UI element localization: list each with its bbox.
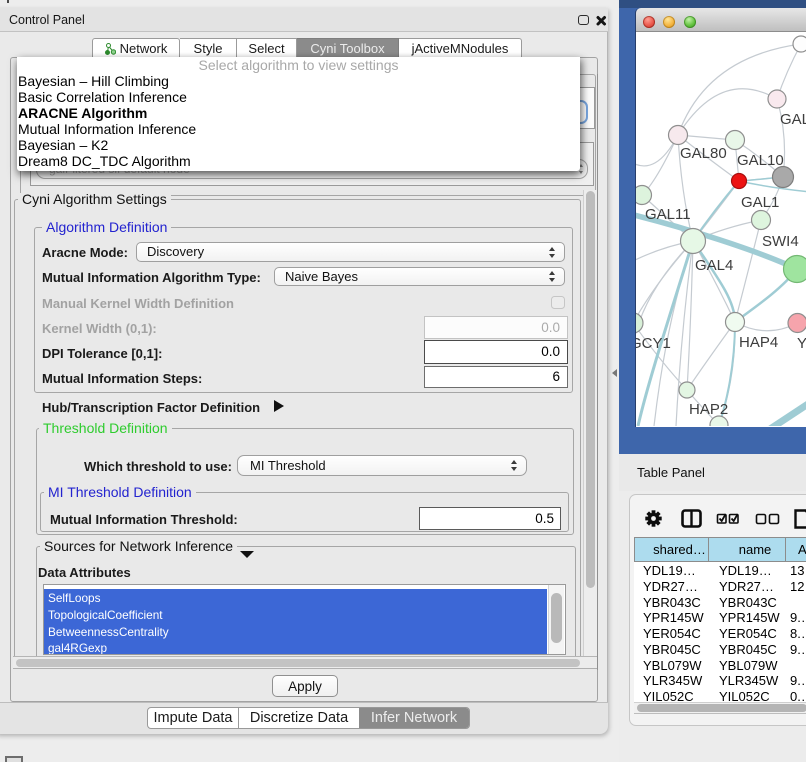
svg-text:GAL4: GAL4 bbox=[695, 257, 733, 274]
svg-text:GAL11: GAL11 bbox=[645, 206, 691, 223]
svg-text:GAL10: GAL10 bbox=[737, 152, 784, 169]
svg-text:HAP4: HAP4 bbox=[739, 334, 778, 351]
svg-text:GCY1: GCY1 bbox=[636, 335, 671, 352]
svg-text:GAL80: GAL80 bbox=[680, 145, 727, 162]
svg-text:SWI4: SWI4 bbox=[762, 233, 799, 250]
svg-text:GAL7: GAL7 bbox=[780, 111, 806, 128]
svg-text:GAL1: GAL1 bbox=[741, 194, 779, 211]
svg-text:HAP2: HAP2 bbox=[689, 401, 728, 418]
svg-text:YD: YD bbox=[797, 335, 806, 352]
